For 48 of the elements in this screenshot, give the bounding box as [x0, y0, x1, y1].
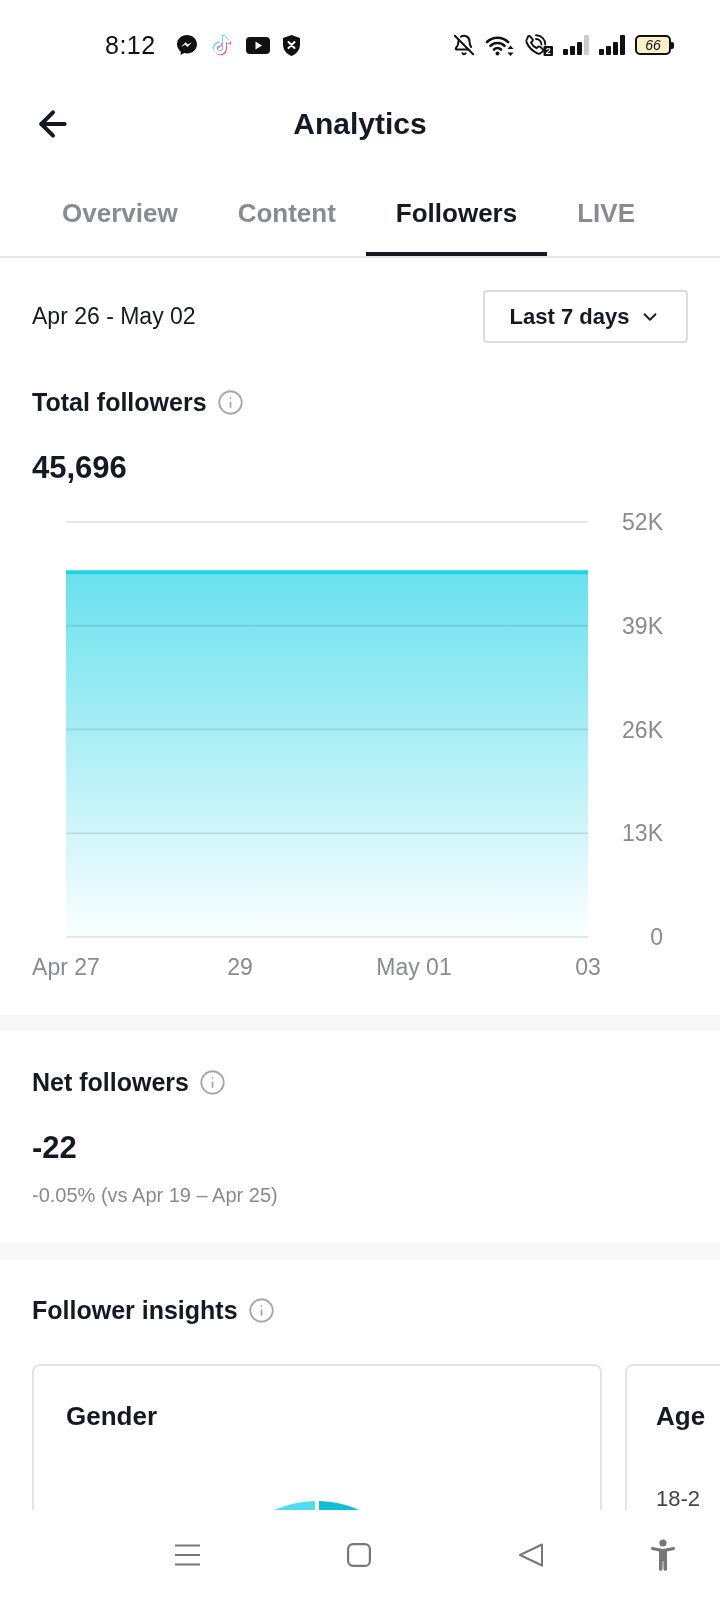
x-axis-label: May 01 — [376, 954, 452, 980]
back-nav-button[interactable] — [518, 1542, 544, 1568]
signal-icon — [563, 35, 589, 55]
card-title: Gender — [66, 1400, 158, 1432]
shield-icon — [282, 34, 300, 56]
y-axis-label: 52K — [622, 509, 663, 535]
bell-off-icon — [453, 34, 475, 56]
battery-icon: 66 — [635, 35, 674, 55]
accessibility-icon — [650, 1539, 676, 1571]
net-followers-value: -22 — [32, 1129, 77, 1167]
tab[interactable]: Overview — [32, 175, 208, 256]
x-axis-label: 03 — [575, 954, 601, 980]
date-range-text: Apr 26 - May 02 — [32, 303, 196, 330]
y-axis-label: 13K — [622, 820, 663, 847]
y-axis-label: 0 — [650, 924, 663, 950]
tab[interactable]: Content — [207, 175, 366, 256]
accessibility-button[interactable] — [650, 1539, 676, 1571]
page-title: Analytics — [293, 106, 427, 142]
x-axis-label: 29 — [227, 954, 253, 980]
chat-bubble-icon — [175, 34, 198, 56]
period-dropdown[interactable]: Last 7 days — [483, 290, 688, 343]
x-axis-label: Apr 27 — [32, 954, 100, 980]
info-icon[interactable] — [199, 1068, 226, 1096]
y-axis-label: 26K — [622, 716, 663, 743]
signal-icon — [599, 35, 625, 55]
video-play-icon — [245, 36, 270, 54]
square-icon — [347, 1543, 371, 1567]
info-icon[interactable] — [247, 1296, 275, 1324]
section-title: Total followers — [32, 387, 207, 418]
total-followers-value: 45,696 — [32, 449, 127, 487]
info-icon[interactable] — [216, 388, 244, 416]
menu-button[interactable] — [175, 1544, 200, 1566]
status-time: 8:12 — [105, 30, 156, 60]
menu-icon — [175, 1544, 200, 1566]
tab[interactable]: LIVE — [547, 175, 665, 256]
age-range-label: 18-2 — [656, 1488, 701, 1510]
card-title: Age — [656, 1400, 706, 1432]
section-title: Follower insights — [32, 1295, 238, 1326]
change-text: -0.05% (vs Apr 19 – Apr 25) — [32, 1183, 278, 1208]
tab[interactable]: Followers — [365, 175, 548, 256]
section-title: Net followers — [32, 1067, 189, 1098]
triangle-back-icon — [518, 1542, 544, 1568]
donut-slice — [319, 1501, 360, 1510]
y-axis-label: 39K — [622, 612, 663, 639]
music-note-icon — [210, 34, 233, 56]
wifi-icon — [485, 34, 514, 56]
donut-slice — [274, 1501, 315, 1510]
home-button[interactable] — [347, 1543, 371, 1567]
